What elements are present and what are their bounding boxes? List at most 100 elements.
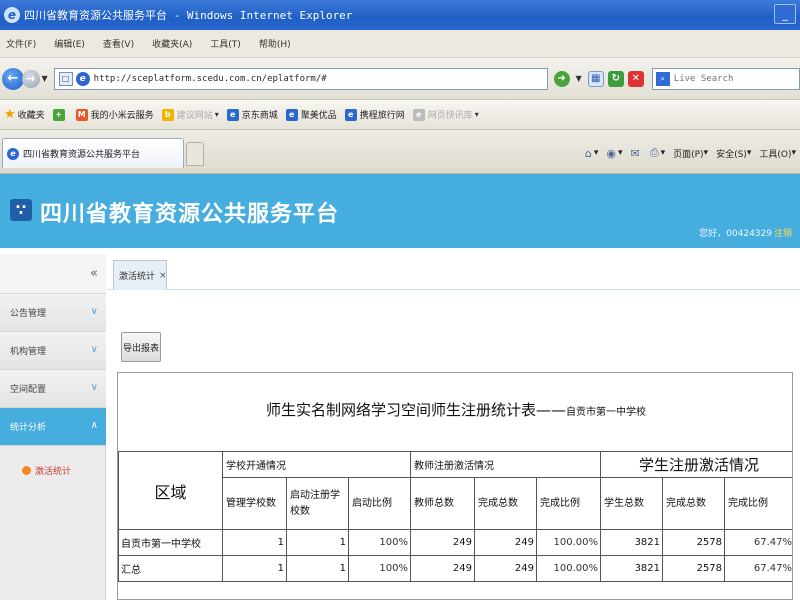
chevron-down-icon: ▾: [703, 148, 709, 158]
menu-file[interactable]: 文件(F): [6, 37, 36, 50]
favorite-link-5[interactable]: e 网页快讯库 ▾: [412, 108, 479, 121]
row-region-name: 自贡市第一中学校: [118, 529, 223, 556]
favorite-label: 聚美优品: [300, 111, 337, 121]
stop-icon[interactable]: ✕: [627, 70, 644, 87]
mail-button[interactable]: ✉: [631, 147, 642, 160]
tab-row: e 四川省教育资源公共服务平台 ⌂ ▾ ◉ ▾ ✉ ⎙ ▾ 页面(P) ▾ 安全(S) ▾…: [0, 130, 800, 174]
favorite-label: 建议网站: [176, 111, 213, 121]
favorites-button[interactable]: 收藏夹: [18, 108, 45, 121]
home-button[interactable]: ⌂ ▾: [585, 147, 599, 160]
close-icon[interactable]: ×: [159, 271, 167, 281]
tools-menu[interactable]: 工具(O) ▾: [759, 147, 796, 160]
user-greeting: 您好，00424329: [699, 229, 772, 239]
ie-window: e 四川省教育资源公共服务平台 - Windows Internet Explo…: [0, 0, 800, 600]
table-cell: 1: [286, 529, 349, 556]
table-cell: 100.00%: [536, 529, 602, 556]
compatibility-view-icon[interactable]: ▦: [587, 70, 604, 87]
window-titlebar: e 四川省教育资源公共服务平台 - Windows Internet Explo…: [0, 0, 800, 30]
menu-bar: 文件(F) 编辑(E) 查看(V) 收藏夹(A) 工具(T) 帮助(H): [0, 30, 800, 58]
back-button[interactable]: ←: [2, 67, 24, 90]
sidebar-item-space-config[interactable]: 空间配置 ∨: [0, 370, 106, 408]
address-dropdown-icon[interactable]: ▼: [576, 74, 582, 83]
expand-icon: ∨: [90, 306, 98, 317]
table-cell: 249: [474, 555, 538, 582]
favorite-link-3[interactable]: e 聚美优品: [285, 108, 337, 121]
favorite-link-0[interactable]: M 我的小米云服务: [75, 108, 154, 121]
sidebar-subitem-label: 激活统计: [35, 467, 72, 477]
sidebar-subitem-activation-stats[interactable]: 激活统计: [22, 464, 71, 477]
command-bar: ⌂ ▾ ◉ ▾ ✉ ⎙ ▾ 页面(P) ▾ 安全(S) ▾ 工具(O) ▾: [577, 146, 796, 160]
mi-cloud-icon: M: [75, 108, 88, 121]
main-content: 激活统计 × 导出报表 师生实名制网络学习空间师生注册统计表—— 自贡市第一中学校…: [107, 254, 800, 600]
export-report-button[interactable]: 导出报表: [121, 332, 161, 362]
menu-favorites[interactable]: 收藏夹(A): [152, 37, 192, 50]
column-header: 管理学校数: [222, 477, 287, 530]
report-title-main: 师生实名制网络学习空间师生注册统计表——: [265, 401, 566, 419]
safety-menu-label: 安全(S): [716, 149, 747, 160]
favorite-label: 网页快讯库: [427, 111, 473, 121]
sidebar: « 公告管理 ∨ 机构管理 ∨ 空间配置 ∨ 统计分析 ∧ 激活统计: [0, 254, 106, 600]
table-cell: 100.00%: [536, 555, 602, 582]
safety-menu[interactable]: 安全(S) ▾: [716, 147, 751, 160]
search-input[interactable]: [673, 73, 794, 84]
menu-tools[interactable]: 工具(T): [210, 37, 241, 50]
favorite-label: 携程旅行网: [359, 111, 405, 121]
chevron-down-icon: ▾: [746, 148, 752, 158]
menu-edit[interactable]: 编辑(E): [54, 37, 85, 50]
tab-label: 激活统计: [119, 272, 156, 282]
favorite-link-4[interactable]: e 携程旅行网: [344, 108, 405, 121]
table-cell: 3821: [600, 555, 664, 582]
table-cell: 67.47%: [724, 529, 792, 556]
chevron-down-icon: ▾: [214, 110, 219, 119]
table-cell: 100%: [347, 529, 412, 556]
page-menu-label: 页面(P): [673, 149, 704, 160]
page-menu[interactable]: 页面(P) ▾: [673, 147, 708, 160]
platform-logo-icon: ∵: [10, 199, 32, 221]
table-cell: 249: [410, 555, 476, 582]
minimize-button[interactable]: _: [774, 4, 796, 24]
sidebar-item-announcements[interactable]: 公告管理 ∨: [0, 294, 106, 332]
expand-icon: ∨: [90, 344, 98, 355]
collapse-sidebar-icon[interactable]: «: [90, 266, 98, 281]
web-page-icon: e: [344, 108, 357, 121]
column-header: 启动比例: [347, 477, 412, 530]
chevron-down-icon: ▾: [791, 148, 796, 158]
print-button[interactable]: ⎙ ▾: [650, 146, 665, 160]
live-search-icon: ⌕: [655, 71, 670, 86]
sidebar-item-organizations[interactable]: 机构管理 ∨: [0, 332, 106, 370]
sidebar-item-statistics[interactable]: 统计分析 ∧: [0, 408, 106, 446]
logout-link[interactable]: 注销: [774, 229, 792, 239]
tab-activation-stats[interactable]: 激活统计 ×: [113, 260, 167, 290]
search-box[interactable]: ⌕: [651, 67, 800, 90]
feeds-button[interactable]: ◉ ▾: [606, 147, 622, 160]
refresh-icon[interactable]: ↻: [607, 70, 624, 87]
favorite-link-2[interactable]: e 京东商城: [226, 108, 278, 121]
favorites-star-icon[interactable]: ★: [4, 107, 16, 122]
mail-icon: ✉: [630, 146, 640, 160]
add-favorite-icon[interactable]: +: [52, 108, 68, 121]
feeds-icon: ◉: [606, 146, 616, 160]
web-page-icon: e: [226, 108, 239, 121]
address-tools: ➜ ▼ ▦ ↻ ✕: [553, 70, 648, 87]
report-frame: 师生实名制网络学习空间师生注册统计表——自贡市第一中学校 区域 学校开通情况 教…: [117, 372, 793, 600]
address-url[interactable]: http://sceplatform.scedu.com.cn/eplatfor…: [94, 74, 327, 84]
menu-help[interactable]: 帮助(H): [259, 37, 291, 50]
forward-button[interactable]: →: [21, 69, 40, 88]
table-cell: 1: [286, 555, 349, 582]
browser-tab-active[interactable]: e 四川省教育资源公共服务平台: [2, 138, 184, 168]
history-dropdown-icon[interactable]: ▼: [42, 74, 48, 83]
home-icon: ⌂: [584, 146, 592, 160]
favorite-link-1[interactable]: b 建议网站 ▾: [161, 108, 219, 121]
menu-view[interactable]: 查看(V): [103, 37, 134, 50]
site-header: ∵ 四川省教育资源公共服务平台 您好，00424329 注销: [0, 174, 800, 248]
address-bar[interactable]: □ e http://sceplatform.scedu.com.cn/epla…: [53, 67, 548, 90]
tools-menu-label: 工具(O): [759, 149, 792, 160]
favorites-bar: ★ 收藏夹 + M 我的小米云服务 b 建议网站 ▾ e 京东商城 e 聚美优品 e 携程旅…: [0, 100, 800, 130]
column-header: 完成总数: [662, 477, 726, 530]
add-to-favorites-icon: +: [52, 108, 65, 121]
chevron-down-icon: ▾: [618, 148, 623, 158]
new-tab-button[interactable]: [186, 142, 204, 166]
go-icon[interactable]: ➜: [553, 70, 570, 87]
table-cell: 2578: [662, 529, 726, 556]
column-header: 完成总数: [474, 477, 538, 530]
